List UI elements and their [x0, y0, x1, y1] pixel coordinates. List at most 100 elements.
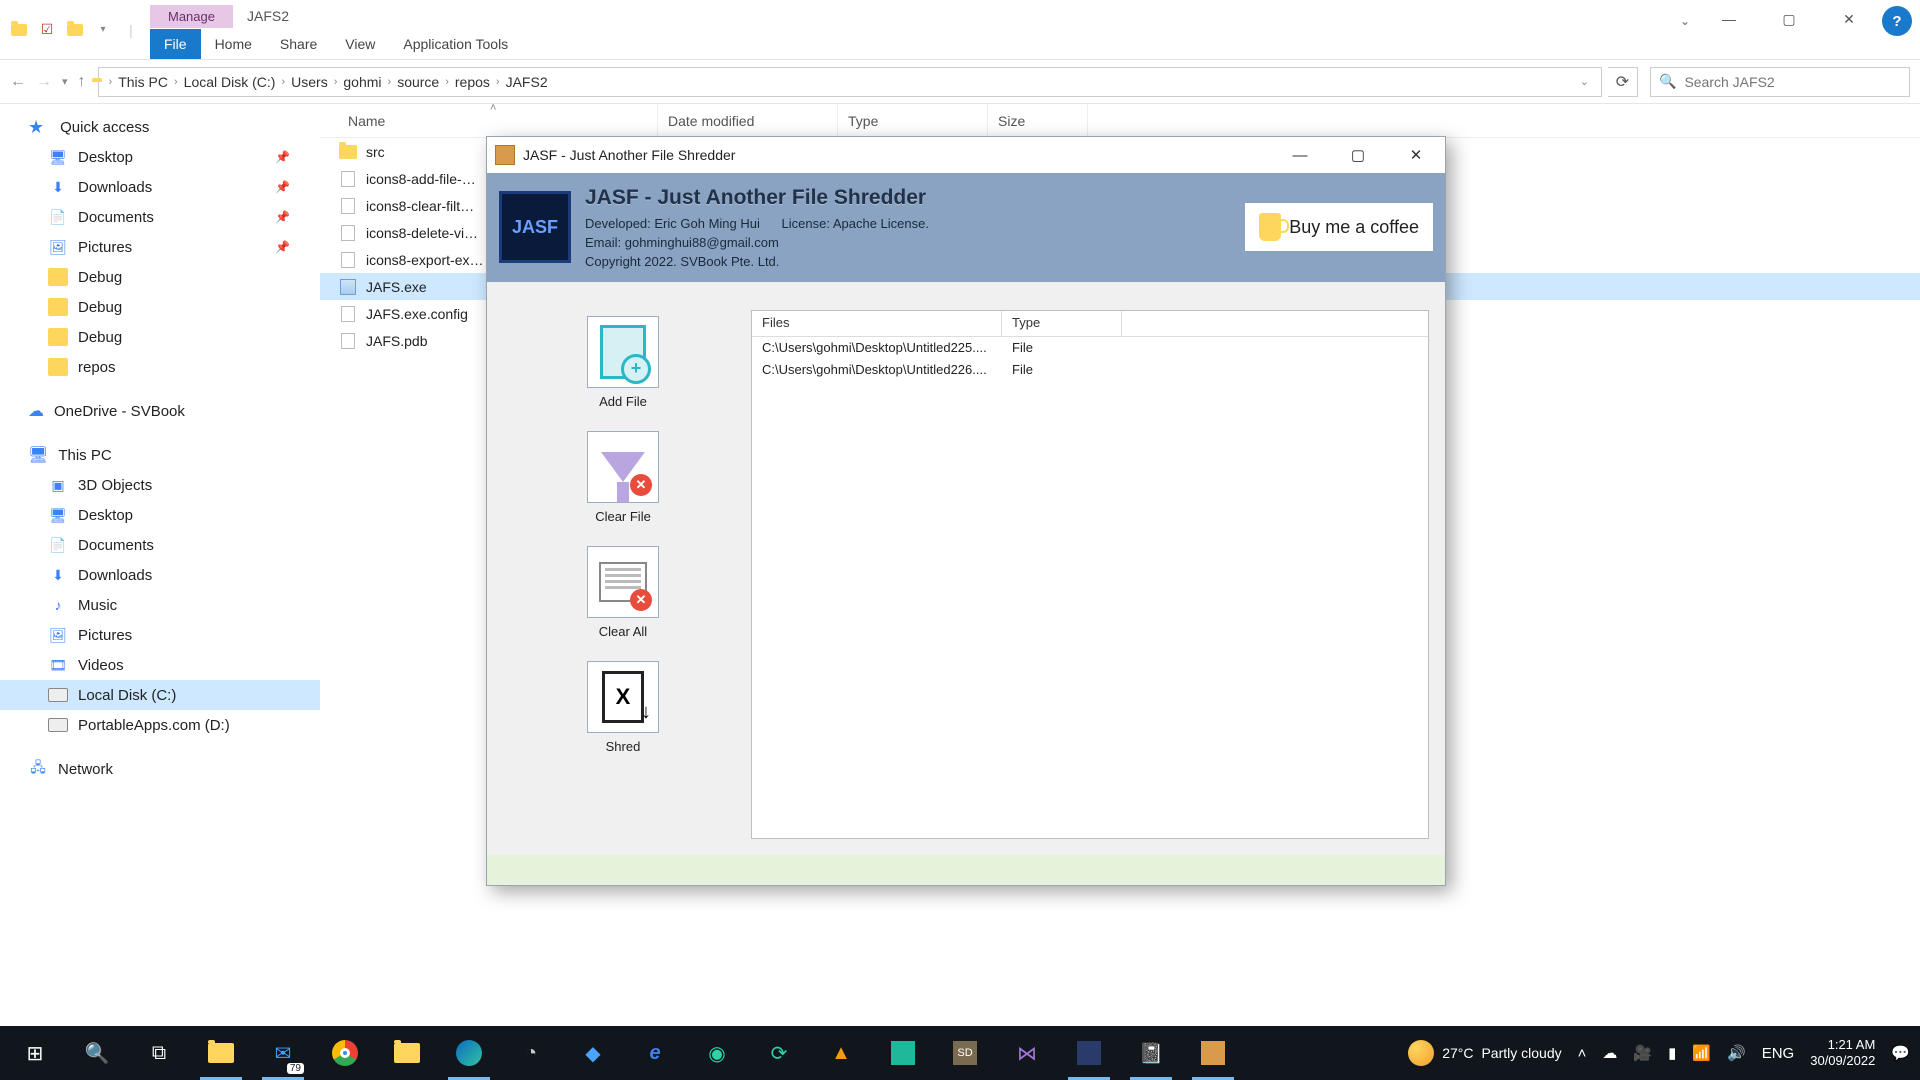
refresh-button[interactable]: ⟳	[1608, 67, 1638, 97]
sidebar-quick-access[interactable]: ★ Quick access	[0, 112, 320, 142]
chevron-right-icon[interactable]: ›	[174, 76, 178, 88]
chevron-right-icon[interactable]: ›	[334, 76, 338, 88]
sidebar-item-documents[interactable]: 📄Documents	[0, 530, 320, 560]
sidebar-item-downloads[interactable]: ⬇Downloads📌	[0, 172, 320, 202]
help-button[interactable]: ?	[1882, 6, 1912, 36]
sidebar-item-debug[interactable]: Debug	[0, 322, 320, 352]
sidebar-item-documents[interactable]: 📄Documents📌	[0, 202, 320, 232]
taskbar-visual-studio-icon[interactable]: ⋈	[996, 1026, 1058, 1080]
breadcrumb-item[interactable]: Local Disk (C:)	[184, 74, 276, 90]
taskbar-app-icon[interactable]	[872, 1026, 934, 1080]
volume-icon[interactable]: 🔊	[1727, 1044, 1746, 1062]
taskbar-notepad-icon[interactable]: 📓	[1120, 1026, 1182, 1080]
column-type[interactable]: Type	[838, 104, 988, 137]
jasf-list-row[interactable]: C:\Users\gohmi\Desktop\Untitled226....Fi…	[752, 359, 1428, 381]
sidebar-item-debug[interactable]: Debug	[0, 292, 320, 322]
history-dropdown-icon[interactable]: ▾	[62, 75, 68, 88]
sidebar-item-pictures[interactable]: 🖼Pictures📌	[0, 232, 320, 262]
sidebar-item-repos[interactable]: repos	[0, 352, 320, 382]
sidebar-item-3d-objects[interactable]: ▣3D Objects	[0, 470, 320, 500]
taskbar-app-icon[interactable]: ▲	[810, 1026, 872, 1080]
navigation-pane[interactable]: ★ Quick access 🖥Desktop📌 ⬇Downloads📌 📄Do…	[0, 104, 320, 1050]
chevron-right-icon[interactable]: ›	[445, 76, 449, 88]
jasf-column-files[interactable]: Files	[752, 311, 1002, 336]
clear-all-button[interactable]: ✕ Clear All	[587, 546, 659, 639]
jasf-titlebar[interactable]: JASF - Just Another File Shredder — ▢ ✕	[487, 137, 1445, 173]
jasf-list-row[interactable]: C:\Users\gohmi\Desktop\Untitled225....Fi…	[752, 337, 1428, 359]
sidebar-item-debug[interactable]: Debug	[0, 262, 320, 292]
action-center-icon[interactable]: 💬	[1891, 1044, 1910, 1062]
breadcrumb-item[interactable]: gohmi	[343, 74, 381, 90]
language-indicator[interactable]: ENG	[1762, 1045, 1795, 1062]
jasf-file-list[interactable]: Files Type C:\Users\gohmi\Desktop\Untitl…	[751, 310, 1429, 839]
breadcrumb[interactable]: › This PC › Local Disk (C:) › Users › go…	[98, 67, 1602, 97]
qat-item-icon[interactable]: ☑	[36, 19, 58, 41]
add-file-button[interactable]: Add File	[587, 316, 659, 409]
taskbar-chrome-icon[interactable]	[314, 1026, 376, 1080]
sidebar-item-pictures[interactable]: 🖼Pictures	[0, 620, 320, 650]
breadcrumb-item[interactable]: source	[397, 74, 439, 90]
jasf-list-header[interactable]: Files Type	[752, 311, 1428, 337]
battery-icon[interactable]: ▮	[1668, 1044, 1676, 1062]
back-button[interactable]: ←	[10, 73, 26, 91]
sidebar-item-downloads[interactable]: ⬇Downloads	[0, 560, 320, 590]
breadcrumb-item[interactable]: This PC	[118, 74, 168, 90]
taskbar-search-button[interactable]: 🔍	[66, 1026, 128, 1080]
breadcrumb-dropdown-icon[interactable]: ⌄	[1574, 75, 1595, 88]
clock[interactable]: 1:21 AM 30/09/2022	[1810, 1037, 1875, 1068]
jasf-close-button[interactable]: ✕	[1387, 137, 1445, 173]
qat-dropdown-icon[interactable]: ▾	[92, 19, 114, 41]
taskbar-steam-icon[interactable]: ◔	[500, 1026, 562, 1080]
minimize-button[interactable]: —	[1700, 4, 1758, 34]
chevron-right-icon[interactable]: ›	[388, 76, 392, 88]
column-date[interactable]: Date modified	[658, 104, 838, 137]
search-input[interactable]	[1684, 74, 1901, 90]
sidebar-item-local-disk-c[interactable]: Local Disk (C:)	[0, 680, 320, 710]
column-name[interactable]: Name	[338, 104, 658, 137]
taskbar-explorer2-icon[interactable]	[376, 1026, 438, 1080]
ribbon-collapse-icon[interactable]: ⌄	[1670, 6, 1700, 36]
ribbon-tab-share[interactable]: Share	[266, 29, 331, 59]
taskbar-app-icon[interactable]: ◆	[562, 1026, 624, 1080]
weather-widget[interactable]: 27°C Partly cloudy	[1408, 1040, 1561, 1066]
sidebar-item-videos[interactable]: 🎞Videos	[0, 650, 320, 680]
maximize-button[interactable]: ▢	[1760, 4, 1818, 34]
sidebar-onedrive[interactable]: ☁OneDrive - SVBook	[0, 396, 320, 426]
sidebar-item-desktop[interactable]: 🖥Desktop	[0, 500, 320, 530]
taskbar-ie-icon[interactable]: e	[624, 1026, 686, 1080]
jasf-maximize-button[interactable]: ▢	[1329, 137, 1387, 173]
tray-overflow-icon[interactable]: ˄	[1578, 1045, 1587, 1062]
close-button[interactable]: ✕	[1820, 4, 1878, 34]
taskbar-edge-icon[interactable]	[438, 1026, 500, 1080]
shred-button[interactable]: X Shred	[587, 661, 659, 754]
column-headers[interactable]: ˄ Name Date modified Type Size	[320, 104, 1920, 138]
taskbar-app-icon[interactable]: SD	[934, 1026, 996, 1080]
column-size[interactable]: Size	[988, 104, 1088, 137]
qat-folder-icon[interactable]	[64, 19, 86, 41]
sidebar-network[interactable]: 🖧Network	[0, 754, 320, 784]
sidebar-item-desktop[interactable]: 🖥Desktop📌	[0, 142, 320, 172]
start-button[interactable]: ⊞	[4, 1026, 66, 1080]
taskbar-mail-icon[interactable]: ✉79	[252, 1026, 314, 1080]
taskbar-explorer-icon[interactable]	[190, 1026, 252, 1080]
meet-now-icon[interactable]: 🎥	[1633, 1044, 1652, 1062]
taskbar-app-icon[interactable]: ⟳	[748, 1026, 810, 1080]
jasf-column-type[interactable]: Type	[1002, 311, 1122, 336]
ribbon-tab-home[interactable]: Home	[201, 29, 266, 59]
task-view-button[interactable]: ⧉	[128, 1026, 190, 1080]
wifi-icon[interactable]: 📶	[1692, 1044, 1711, 1062]
jasf-minimize-button[interactable]: —	[1271, 137, 1329, 173]
contextual-tab-manage[interactable]: Manage	[150, 5, 233, 28]
breadcrumb-item[interactable]: Users	[291, 74, 328, 90]
taskbar-app-icon[interactable]: ◉	[686, 1026, 748, 1080]
onedrive-tray-icon[interactable]: ☁	[1602, 1044, 1617, 1062]
taskbar[interactable]: ⊞ 🔍 ⧉ ✉79 ◔ ◆ e ◉ ⟳ ▲ SD ⋈ 📓 27°C Partly…	[0, 1026, 1920, 1080]
forward-button[interactable]: →	[36, 73, 52, 91]
ribbon-tab-view[interactable]: View	[331, 29, 389, 59]
chevron-right-icon[interactable]: ›	[281, 76, 285, 88]
taskbar-jasf-icon[interactable]	[1182, 1026, 1244, 1080]
sidebar-this-pc[interactable]: 🖥This PC	[0, 440, 320, 470]
search-box[interactable]: 🔍	[1650, 67, 1910, 97]
sidebar-item-music[interactable]: ♪Music	[0, 590, 320, 620]
breadcrumb-item[interactable]: repos	[455, 74, 490, 90]
